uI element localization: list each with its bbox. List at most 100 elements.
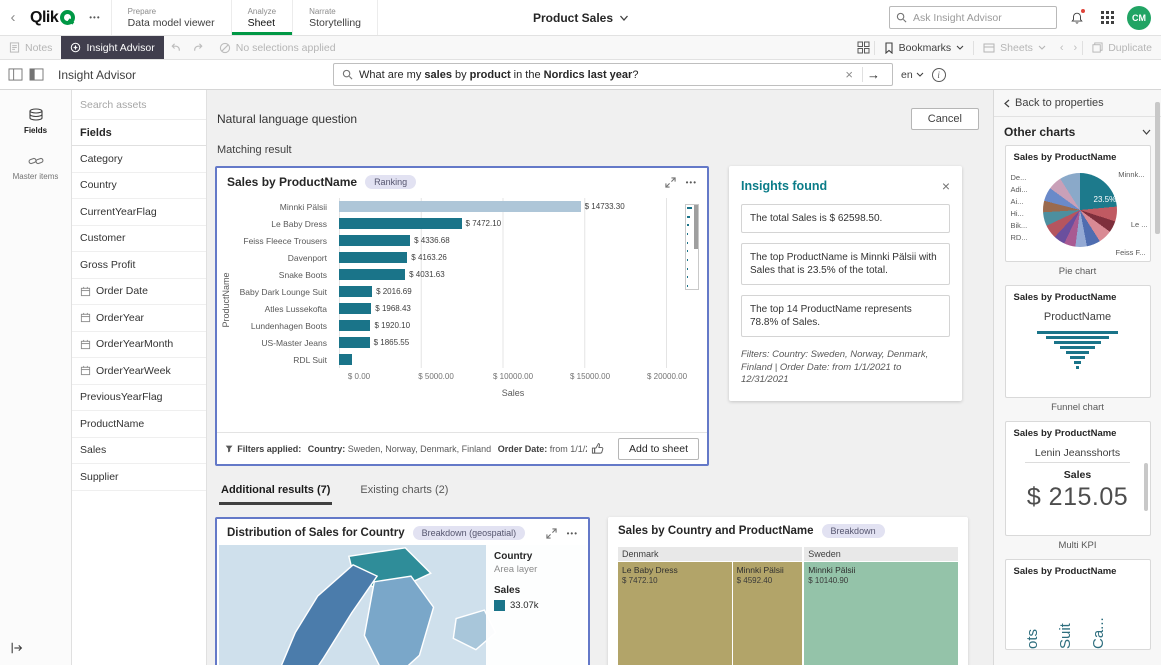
multi-kpi-preview-card[interactable]: Sales by ProductName Lenin Jeansshorts S… <box>1004 421 1151 536</box>
nav-tab-prepare[interactable]: Prepare Data model viewer <box>110 0 231 35</box>
field-item[interactable]: OrderYearWeek <box>72 358 206 385</box>
info-icon[interactable]: i <box>931 67 946 82</box>
nav-eyebrow: Narrate <box>309 6 336 16</box>
bar[interactable] <box>339 354 353 365</box>
insight-advisor-button[interactable]: Insight Advisor <box>61 36 164 59</box>
nav-eyebrow: Prepare <box>127 6 157 16</box>
back-to-properties-button[interactable]: Back to properties <box>994 90 1161 117</box>
nav-tab-analyze[interactable]: Analyze Sheet <box>230 0 293 35</box>
back-chevron-icon[interactable]: ‹ <box>0 0 26 35</box>
expand-icon[interactable] <box>664 176 676 188</box>
bookmarks-button[interactable]: Bookmarks <box>875 36 974 59</box>
field-item[interactable]: Gross Profit <box>72 252 206 279</box>
treemap-cell[interactable]: Minnki Pälsii $ 4592.40 <box>732 562 803 665</box>
selection-step-back-icon[interactable] <box>164 42 187 54</box>
split-view-icon[interactable] <box>8 68 23 81</box>
field-item[interactable]: Supplier <box>72 464 206 491</box>
ask-insight-advisor-search[interactable] <box>889 6 1057 29</box>
field-item[interactable]: OrderYearMonth <box>72 332 206 358</box>
bar-value-label: $ 1865.55 <box>373 338 410 347</box>
map-menu-icon[interactable]: ••• <box>567 529 578 538</box>
more-menu-icon[interactable]: ••• <box>79 0 110 35</box>
pie-slice-label: De... <box>1010 173 1027 182</box>
chart-menu-icon[interactable]: ••• <box>686 178 697 187</box>
field-item[interactable]: OrderYear <box>72 305 206 332</box>
field-item[interactable]: Order Date <box>72 279 206 305</box>
results-tabs: Additional results (7) Existing charts (2… <box>219 484 993 505</box>
rail-item-master-items[interactable]: Master items <box>0 144 71 190</box>
tab-additional-results[interactable]: Additional results (7) <box>219 484 333 505</box>
field-item[interactable]: ProductName <box>72 411 206 438</box>
field-item[interactable]: Country <box>72 173 206 199</box>
search-assets-input[interactable] <box>72 90 206 120</box>
bar[interactable] <box>339 303 372 314</box>
chart-scroll-navigator[interactable] <box>685 204 699 290</box>
language-selector[interactable]: en <box>901 69 924 81</box>
bookmarks-label: Bookmarks <box>898 41 952 54</box>
app-title-menu[interactable]: Product Sales <box>533 0 628 36</box>
bar[interactable] <box>339 201 581 212</box>
bar[interactable] <box>339 320 371 331</box>
selection-step-forward-icon[interactable] <box>187 42 210 54</box>
user-avatar[interactable]: CM <box>1127 5 1151 30</box>
kpi-scrollbar[interactable] <box>1143 463 1148 511</box>
cancel-button[interactable]: Cancel <box>910 108 979 130</box>
rail-item-fields[interactable]: Fields <box>0 98 71 144</box>
fields-section-header[interactable]: Fields <box>72 120 206 146</box>
toolbar-left: Notes Insight Advisor No selections appl… <box>0 36 345 59</box>
duplicate-button[interactable]: Duplicate <box>1083 36 1161 59</box>
add-to-sheet-button[interactable]: Add to sheet <box>618 437 699 460</box>
bar[interactable] <box>339 235 411 246</box>
country-filter-value: Sweden, Norway, Denmark, Finland <box>347 443 492 454</box>
bar[interactable] <box>339 286 373 297</box>
previous-sheet-icon[interactable]: ‹ <box>1055 42 1069 54</box>
bar-chart-preview-card[interactable]: Sales by ProductName ots Suit Ca... <box>1004 559 1151 650</box>
treemap-cell-value: $ 4592.40 <box>736 576 773 585</box>
result-chart-card[interactable]: Sales by ProductName Ranking ••• Product… <box>215 166 709 466</box>
ask-insight-advisor-input[interactable] <box>913 11 1043 24</box>
nl-query-box[interactable]: What are my sales by product in the Nord… <box>333 63 893 86</box>
field-item[interactable]: Category <box>72 146 206 173</box>
field-item[interactable]: Customer <box>72 226 206 252</box>
notifications-bell-icon[interactable] <box>1067 7 1087 28</box>
clear-query-icon[interactable]: × <box>842 67 856 82</box>
close-icon[interactable]: × <box>942 178 950 194</box>
treemap-cell[interactable]: Le Baby Dress $ 7472.10 <box>618 562 732 665</box>
sheet-grid-icon[interactable] <box>854 38 874 58</box>
bar[interactable] <box>339 218 462 229</box>
next-sheet-icon[interactable]: › <box>1069 42 1083 54</box>
treemap-group: Sweden Minnki Pälsii $ 10140.90 <box>804 547 958 665</box>
qlik-logo[interactable]: Qlik <box>26 0 79 35</box>
bar[interactable] <box>339 337 370 348</box>
submit-query-icon[interactable]: → <box>862 67 884 82</box>
sheets-button[interactable]: Sheets <box>974 36 1055 59</box>
funnel-chart-preview-card[interactable]: Sales by ProductName ProductName <box>1004 285 1151 398</box>
map-chart-card[interactable]: Distribution of Sales for Country Breakd… <box>215 517 590 665</box>
treemap-cell[interactable]: Minnki Pälsii $ 10140.90 <box>804 562 958 665</box>
bar-track: $ 1968.43 <box>339 303 667 314</box>
scroll-thumb[interactable] <box>694 205 698 249</box>
field-item[interactable]: Sales <box>72 438 206 464</box>
expand-icon[interactable] <box>545 527 557 539</box>
map-chart-title: Distribution of Sales for Country <box>227 527 405 539</box>
bar-track: $ 4031.63 <box>339 269 667 280</box>
field-item[interactable]: CurrentYearFlag <box>72 199 206 226</box>
insight-item: The total Sales is $ 62598.50. <box>741 204 950 233</box>
nav-tab-narrate[interactable]: Narrate Storytelling <box>292 0 379 35</box>
treemap-chart-card[interactable]: Sales by Country and ProductName Breakdo… <box>608 517 968 665</box>
map-visualization[interactable]: Country Area layer Sales 33.07k <box>219 545 586 665</box>
panel-view-icon[interactable] <box>29 68 44 81</box>
field-item[interactable]: PreviousYearFlag <box>72 385 206 411</box>
properties-scrollbar[interactable] <box>1155 102 1160 234</box>
other-charts-section[interactable]: Other charts <box>994 117 1161 145</box>
bar[interactable] <box>339 269 406 280</box>
expand-panel-icon[interactable] <box>10 641 24 655</box>
app-launcher-grid-icon[interactable] <box>1097 8 1117 28</box>
qlik-logo-text: Qlik <box>30 8 59 26</box>
thumbs-up-icon[interactable] <box>591 442 604 455</box>
pie-chart-preview-card[interactable]: Sales by ProductName 23.5% De... Adi... Ai… <box>1004 145 1151 262</box>
insight-advisor-label: Insight Advisor <box>86 41 155 54</box>
bar[interactable] <box>339 252 408 263</box>
tab-existing-charts[interactable]: Existing charts (2) <box>358 484 450 505</box>
notes-button[interactable]: Notes <box>0 36 61 59</box>
